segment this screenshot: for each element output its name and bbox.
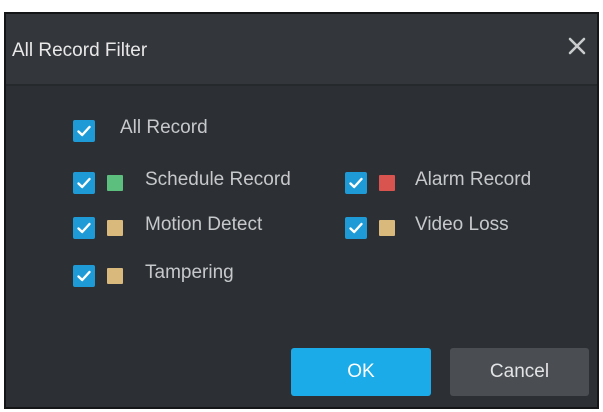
video-loss-color-swatch xyxy=(379,220,395,236)
schedule-record-color-swatch xyxy=(107,175,123,191)
dialog-title: All Record Filter xyxy=(12,40,148,61)
titlebar-divider xyxy=(6,84,597,86)
alarm-record-label: Alarm Record xyxy=(415,169,532,190)
schedule-record-label: Schedule Record xyxy=(145,169,291,190)
record-filter-dialog: All Record Filter All Record Schedule Re… xyxy=(4,12,599,409)
tampering-label: Tampering xyxy=(145,262,234,283)
schedule-record-checkbox[interactable] xyxy=(73,172,95,194)
tampering-checkbox[interactable] xyxy=(73,265,95,287)
video-loss-checkbox[interactable] xyxy=(345,217,367,239)
alarm-record-color-swatch xyxy=(379,175,395,191)
close-icon[interactable] xyxy=(565,34,589,58)
video-loss-label: Video Loss xyxy=(415,214,509,235)
motion-detect-color-swatch xyxy=(107,220,123,236)
dialog-titlebar: All Record Filter xyxy=(6,14,597,84)
motion-detect-label: Motion Detect xyxy=(145,214,263,235)
tampering-color-swatch xyxy=(107,268,123,284)
ok-button[interactable]: OK xyxy=(291,348,431,396)
motion-detect-checkbox[interactable] xyxy=(73,217,95,239)
alarm-record-checkbox[interactable] xyxy=(345,172,367,194)
all-record-checkbox[interactable] xyxy=(73,120,95,142)
all-record-label: All Record xyxy=(120,117,208,138)
cancel-button[interactable]: Cancel xyxy=(450,348,589,396)
